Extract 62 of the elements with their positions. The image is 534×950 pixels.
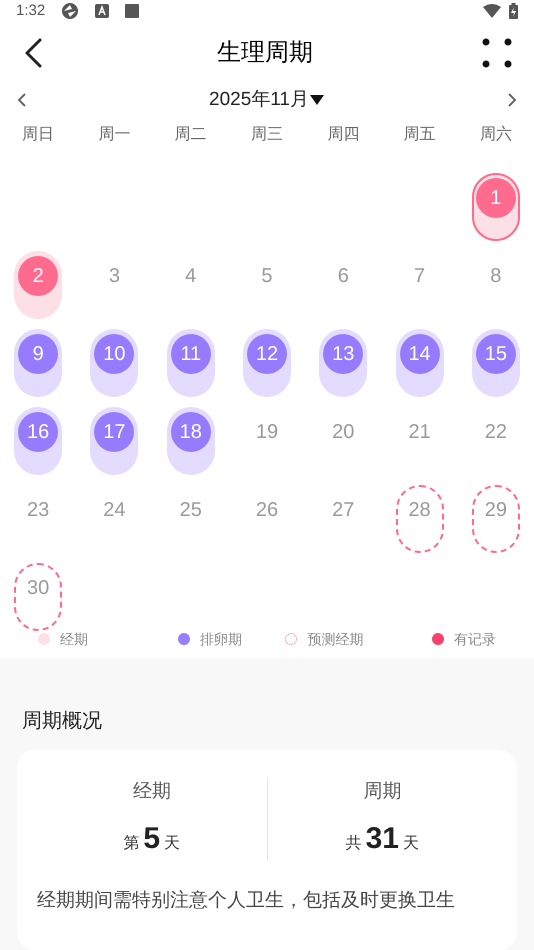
ovulation-day[interactable]: 9 bbox=[14, 328, 62, 397]
stat-value: 31 bbox=[366, 821, 399, 858]
status-time: 1:32 bbox=[16, 1, 46, 21]
page-title: 生理周期 bbox=[217, 38, 313, 68]
ovulation-day[interactable]: 14 bbox=[396, 328, 444, 397]
battery-icon bbox=[509, 3, 518, 20]
ovulation-day[interactable]: 10 bbox=[90, 328, 138, 397]
stat-suffix: 天 bbox=[164, 834, 180, 854]
ovulation-day[interactable]: 13 bbox=[319, 328, 368, 397]
calendar-day[interactable]: 3 bbox=[90, 250, 138, 319]
calendar-day[interactable]: 22 bbox=[472, 406, 520, 475]
weekday-label: 周二 bbox=[174, 125, 207, 146]
ovulation-day[interactable]: 18 bbox=[166, 406, 215, 475]
next-month-icon[interactable] bbox=[506, 92, 518, 108]
calendar-day[interactable]: 8 bbox=[472, 250, 520, 319]
weekday-label: 周六 bbox=[480, 124, 512, 146]
weekday-label: 周三 bbox=[250, 125, 283, 146]
calendar-day[interactable]: 5 bbox=[242, 250, 291, 319]
stat-prefix: 第 bbox=[123, 834, 140, 854]
ovulation-day[interactable]: 16 bbox=[14, 406, 62, 475]
calendar-day[interactable]: 26 bbox=[242, 484, 291, 553]
legend-label: 预测经期 bbox=[307, 630, 364, 649]
previous-month-icon[interactable] bbox=[16, 92, 28, 108]
keyboard-icon bbox=[95, 4, 110, 18]
legend-label: 有记录 bbox=[454, 630, 496, 649]
dropdown-caret-icon bbox=[309, 94, 325, 106]
ovulation-day[interactable]: 11 bbox=[166, 328, 215, 397]
calendar-day[interactable]: 21 bbox=[396, 406, 444, 475]
predicted-day[interactable]: 29 bbox=[472, 484, 520, 553]
calendar-day[interactable]: 4 bbox=[166, 250, 215, 319]
summary-note: 经期期间需特别注意个人卫生，包括及时更换卫生 bbox=[37, 889, 456, 914]
weekday-label: 周五 bbox=[404, 125, 436, 146]
predicted-day[interactable]: 28 bbox=[396, 484, 444, 553]
weekday-label: 周四 bbox=[327, 125, 360, 146]
stat-suffix: 天 bbox=[402, 834, 419, 854]
dots-icon[interactable] bbox=[482, 38, 512, 68]
ovulation-day[interactable]: 15 bbox=[472, 328, 520, 397]
period-day[interactable]: 2 bbox=[14, 250, 62, 319]
wifi-icon bbox=[483, 4, 501, 18]
calendar-day[interactable]: 23 bbox=[14, 484, 62, 553]
calendar-day[interactable]: 24 bbox=[90, 484, 138, 553]
calendar-day[interactable]: 19 bbox=[242, 406, 291, 475]
square-icon bbox=[125, 4, 140, 18]
stat-prefix: 共 bbox=[346, 834, 362, 854]
predicted-day[interactable]: 30 bbox=[14, 562, 62, 631]
calendar-day[interactable]: 6 bbox=[319, 250, 368, 319]
section-title: 周期概况 bbox=[21, 708, 103, 734]
weekday-label: 周一 bbox=[98, 125, 130, 146]
calendar-day[interactable]: 7 bbox=[396, 250, 444, 319]
stat-label: 周期 bbox=[363, 780, 402, 804]
stat-value: 5 bbox=[143, 821, 160, 858]
period-day[interactable]: 1 bbox=[472, 172, 520, 241]
stat-label: 经期 bbox=[132, 780, 171, 804]
ovulation-day[interactable]: 17 bbox=[90, 406, 138, 475]
calendar-day[interactable]: 27 bbox=[319, 484, 368, 553]
legend-label: 经期 bbox=[60, 630, 88, 649]
ovulation-day[interactable]: 12 bbox=[242, 328, 291, 397]
legend-label: 排卵期 bbox=[200, 630, 242, 649]
calendar-day[interactable]: 20 bbox=[319, 406, 368, 475]
weekday-label: 周日 bbox=[22, 125, 54, 146]
calendar-day[interactable]: 25 bbox=[166, 484, 215, 553]
month-selector[interactable]: 2025年11月 bbox=[209, 86, 325, 115]
